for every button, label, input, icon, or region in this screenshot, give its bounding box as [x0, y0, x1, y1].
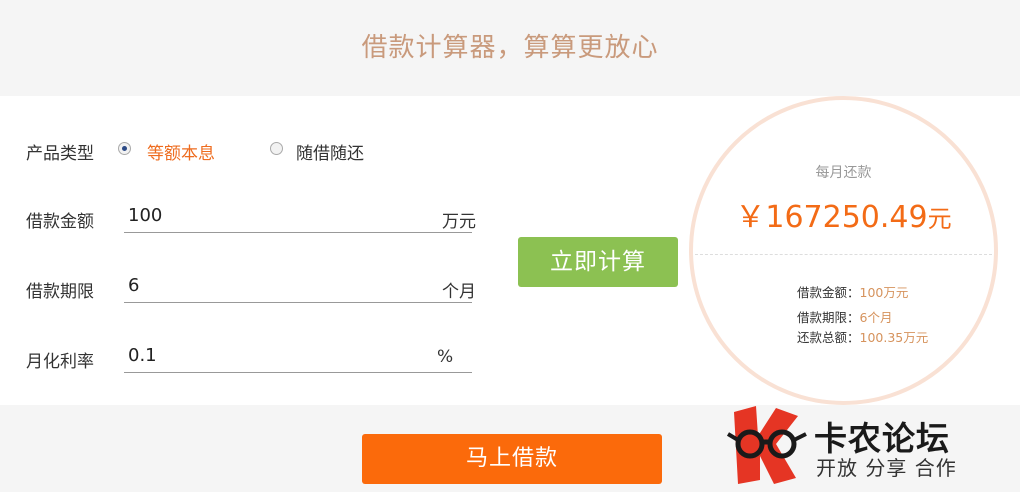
detail-loan-term: 借款期限：6个月	[797, 307, 892, 326]
amount-field	[124, 199, 472, 233]
detail-loan-term-label: 借款期限：	[797, 310, 860, 325]
radio-equal-installment[interactable]	[118, 142, 131, 155]
amount-label: 借款金额	[26, 212, 94, 232]
detail-loan-term-value: 6个月	[859, 310, 893, 325]
detail-loan-amount: 借款金额：100万元	[797, 282, 908, 301]
detail-total-repay: 还款总额：100.35万元	[797, 327, 928, 346]
term-input[interactable]	[128, 271, 418, 299]
result-circle: 每月还款 ￥167250.49元 借款金额：100万元 借款期限：6个月 还款总…	[689, 96, 998, 405]
product-type-label: 产品类型	[26, 144, 94, 164]
amount-input[interactable]	[128, 201, 418, 229]
detail-total-repay-value: 100.35万元	[859, 330, 929, 345]
result-divider	[695, 254, 992, 255]
rate-label: 月化利率	[26, 352, 94, 372]
borrow-now-button[interactable]: 马上借款	[362, 434, 662, 484]
term-label: 借款期限	[26, 282, 94, 302]
watermark-slogan: 开放 分享 合作	[816, 456, 957, 480]
monthly-payment-amount: ￥167250.49元	[693, 192, 994, 236]
rate-unit: %	[437, 347, 454, 367]
option-equal-installment-label[interactable]: 等额本息	[147, 139, 215, 164]
monthly-payment-unit: 元	[927, 205, 952, 233]
radio-flexible-repay[interactable]	[270, 142, 283, 155]
detail-total-repay-label: 还款总额：	[797, 330, 860, 345]
term-field	[124, 269, 472, 303]
term-unit: 个月	[442, 282, 476, 302]
page-title: 借款计算器，算算更放心	[361, 33, 659, 63]
calculate-button[interactable]: 立即计算	[518, 237, 678, 287]
kanong-logo-icon	[726, 406, 807, 484]
site-watermark: 卡农论坛 开放 分享 合作	[724, 400, 1014, 490]
rate-field	[124, 339, 472, 373]
amount-unit: 万元	[442, 212, 476, 232]
currency-symbol: ￥	[735, 200, 766, 235]
monthly-payment-value: 167250.49	[765, 200, 928, 235]
monthly-payment-label: 每月还款	[815, 165, 872, 181]
rate-input[interactable]	[128, 341, 418, 369]
option-flexible-repay-label[interactable]: 随借随还	[296, 139, 364, 164]
detail-loan-amount-value: 100万元	[859, 285, 909, 300]
detail-loan-amount-label: 借款金额：	[797, 285, 860, 300]
